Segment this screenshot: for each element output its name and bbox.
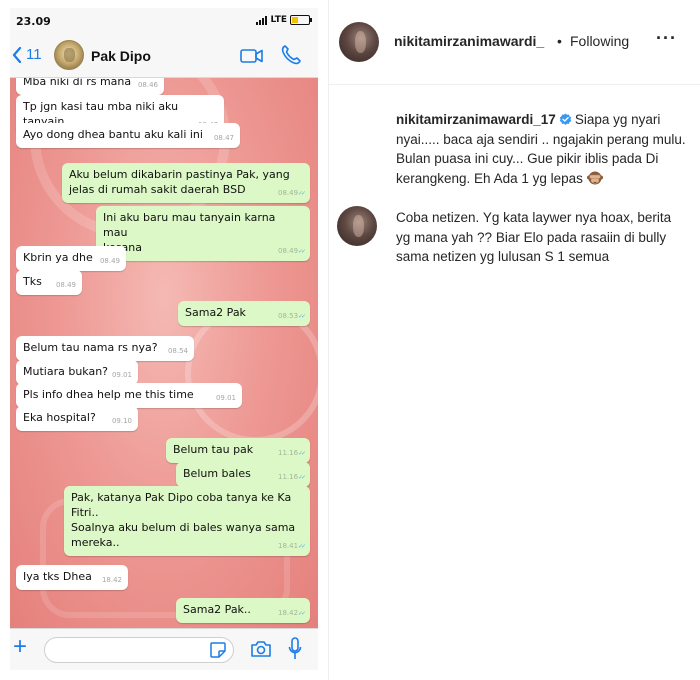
caption-avatar[interactable]	[337, 206, 377, 246]
outgoing-message[interactable]: Sama2 Pak 08.53	[178, 301, 310, 326]
following-button[interactable]: Following	[570, 33, 629, 49]
outgoing-message[interactable]: Pak, katanya Pak Dipo coba tanya ke Ka F…	[64, 486, 310, 556]
post-caption: nikitamirzanimawardi_17 Siapa yg nyari ny…	[396, 110, 686, 267]
plus-icon[interactable]: +	[13, 635, 27, 659]
message-timestamp: 18.42	[278, 606, 304, 621]
message-text: Pak, katanya Pak Dipo coba tanya ke Ka F…	[71, 491, 296, 549]
message-timestamp: 11.16	[278, 470, 304, 485]
verified-badge-icon	[559, 113, 571, 125]
whatsapp-screenshot: 23.09 LTE 11 Pak Dipo Mba niki di rs man…	[10, 8, 318, 670]
incoming-message[interactable]: Kbrin ya dhe 08.49	[16, 246, 126, 271]
incoming-message[interactable]: Eka hospital? 09.10	[16, 406, 138, 431]
separator-dot: •	[557, 33, 562, 49]
outgoing-message[interactable]: Sama2 Pak.. 18.42	[176, 598, 310, 623]
incoming-message[interactable]: Iya tks Dhea 18.42	[16, 565, 128, 590]
incoming-message[interactable]: Mba niki di rs mana 08.46	[16, 78, 164, 95]
incoming-message[interactable]: Pls info dhea help me this time 09.01	[16, 383, 242, 408]
outgoing-message[interactable]: Aku belum dikabarin pastinya Pak, yang j…	[62, 163, 310, 203]
outgoing-message[interactable]: Belum tau pak 11.16	[166, 438, 310, 463]
message-timestamp: 08.49	[99, 257, 120, 265]
battery-icon	[290, 15, 312, 25]
message-timestamp: 08.53	[278, 309, 304, 324]
message-timestamp: 11.16	[278, 446, 304, 461]
profile-avatar[interactable]	[339, 22, 379, 62]
video-call-icon[interactable]	[240, 47, 264, 65]
incoming-message[interactable]: Mutiara bukan? 09.01	[16, 360, 138, 385]
see-no-evil-monkey-emoji	[586, 171, 603, 184]
panel-divider	[328, 0, 329, 680]
post-username[interactable]: nikitamirzanimawardi_	[394, 33, 544, 49]
caption-paragraph-2: Coba netizen. Yg kata laywer nya hoax, b…	[396, 210, 672, 264]
network-label: LTE	[270, 15, 287, 25]
chat-header: 11 Pak Dipo	[10, 34, 318, 78]
phone-call-icon[interactable]	[280, 44, 302, 66]
status-indicators: LTE	[256, 15, 312, 25]
status-bar: 23.09 LTE	[10, 8, 318, 34]
message-text: Belum tau nama rs nya?	[23, 341, 158, 354]
message-timestamp: 09.01	[111, 371, 132, 379]
caption-username[interactable]: nikitamirzanimawardi_17	[396, 112, 556, 127]
contact-name[interactable]: Pak Dipo	[91, 48, 151, 64]
chat-area[interactable]: Mba niki di rs mana 08.46 Tp jgn kasi tau …	[10, 78, 318, 628]
status-time: 23.09	[16, 15, 51, 28]
message-timestamp: 08.49	[55, 281, 76, 289]
outgoing-message[interactable]: Belum bales 11.16	[176, 462, 310, 487]
incoming-message[interactable]: Tks 08.49	[16, 270, 82, 295]
sticker-icon[interactable]	[209, 641, 227, 659]
message-timestamp: 08.54	[167, 347, 188, 355]
contact-avatar[interactable]	[54, 40, 84, 70]
message-input-bar: +	[10, 628, 318, 670]
incoming-message[interactable]: Ayo dong dhea bantu aku kali ini 08.47	[16, 123, 240, 148]
header-divider	[329, 84, 700, 85]
message-text: Mba niki di rs mana	[23, 78, 132, 88]
message-text: Aku belum dikabarin pastinya Pak, yang j…	[69, 168, 290, 196]
back-button[interactable]: 11	[12, 46, 42, 63]
message-timestamp: 18.41	[278, 539, 304, 554]
message-input[interactable]	[44, 637, 234, 663]
signal-icon	[256, 15, 268, 25]
message-timestamp: 08.46	[137, 81, 158, 89]
back-count: 11	[26, 46, 42, 63]
message-timestamp: 08.49	[278, 186, 304, 201]
more-options-icon[interactable]: ···	[656, 28, 677, 49]
incoming-message[interactable]: Belum tau nama rs nya? 08.54	[16, 336, 194, 361]
outgoing-message[interactable]: Ini aku baru mau tanyain karna mau kesan…	[96, 206, 310, 261]
message-timestamp: 08.47	[213, 134, 234, 142]
message-timestamp: 08.49	[278, 244, 304, 259]
message-text: Ini aku baru mau tanyain karna mau kesan…	[103, 211, 276, 254]
camera-icon[interactable]	[250, 639, 272, 659]
message-timestamp: 09.10	[111, 417, 132, 425]
message-timestamp: 09.01	[215, 394, 236, 402]
microphone-icon[interactable]	[288, 637, 302, 661]
message-text: Ayo dong dhea bantu aku kali ini	[23, 128, 203, 141]
message-text: Pls info dhea help me this time	[23, 388, 194, 401]
message-timestamp: 18.42	[101, 576, 122, 584]
back-chevron-icon	[12, 46, 22, 63]
